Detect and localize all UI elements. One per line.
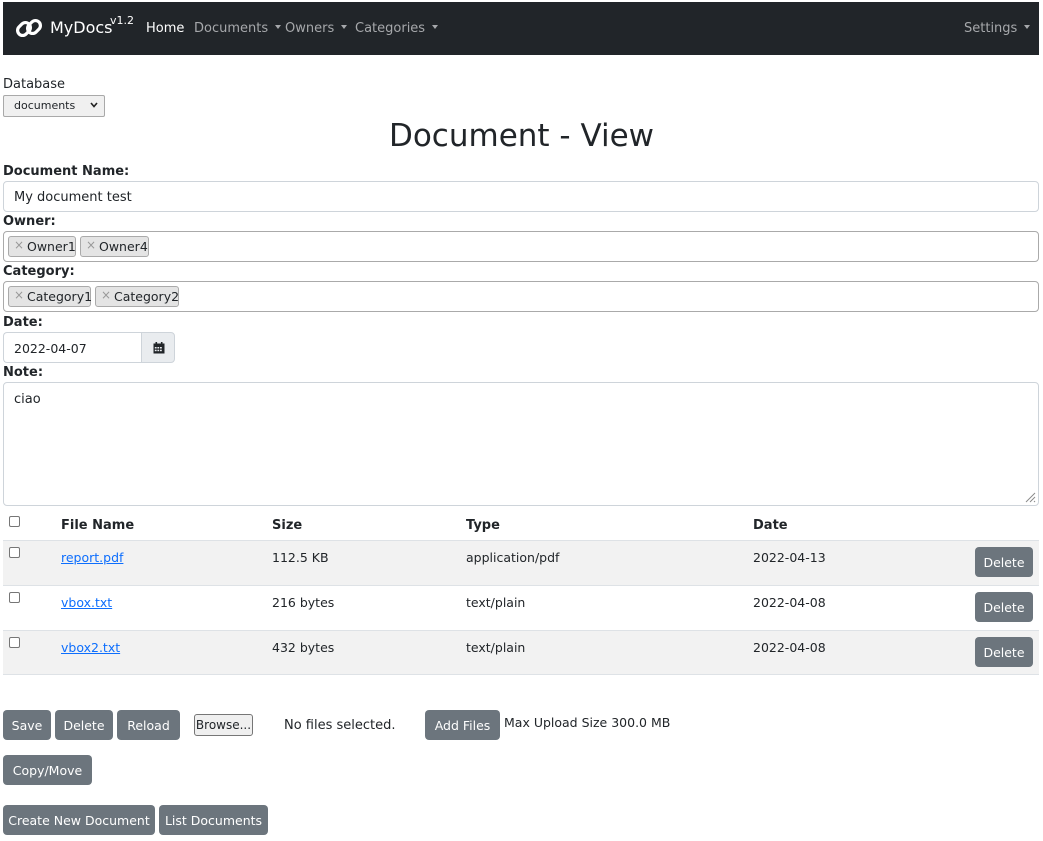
- file-link[interactable]: vbox2.txt: [61, 640, 120, 655]
- brand-version: v1.2: [110, 14, 135, 27]
- file-type: text/plain: [466, 640, 526, 655]
- delete-document-button[interactable]: Delete: [55, 710, 113, 740]
- calendar-icon: [153, 342, 165, 354]
- date-picker-button[interactable]: [141, 332, 175, 363]
- column-header-type: Type: [466, 518, 500, 533]
- save-button[interactable]: Save: [3, 710, 51, 740]
- date-label: Date:: [3, 315, 43, 330]
- database-selected-value: documents: [14, 99, 76, 112]
- chevron-down-icon: [90, 102, 98, 108]
- category-tag: × Category1: [8, 286, 93, 307]
- add-files-button[interactable]: Add Files: [425, 710, 500, 740]
- nav-settings-label: Settings: [964, 21, 1018, 36]
- copy-move-button[interactable]: Copy/Move: [3, 755, 92, 785]
- nav-settings-dropdown[interactable]: Settings: [964, 21, 1031, 36]
- navbar: MyDocs v1.2 Home Documents Owners Catego…: [3, 2, 1039, 55]
- nav-documents-dropdown[interactable]: Documents: [194, 21, 282, 36]
- remove-tag-icon[interactable]: ×: [86, 238, 96, 252]
- file-date: 2022-04-08: [753, 640, 826, 655]
- category-multiselect[interactable]: × Category1 × Category2: [3, 281, 1039, 312]
- owner-multiselect[interactable]: × Owner1 × Owner4: [3, 231, 1039, 262]
- note-textarea[interactable]: ciao: [3, 382, 1039, 506]
- file-size: 112.5 KB: [272, 550, 329, 565]
- owner-label: Owner:: [3, 214, 56, 229]
- caret-down-icon: [275, 25, 282, 29]
- owner-tag-label: Owner4: [99, 239, 148, 254]
- link-chain-icon[interactable]: [14, 13, 44, 43]
- page-title: Document - View: [388, 118, 655, 154]
- caret-down-icon: [432, 25, 439, 29]
- owner-tag: × Owner1: [8, 236, 76, 257]
- nav-categories-dropdown[interactable]: Categories: [355, 21, 439, 36]
- select-all-checkbox[interactable]: [9, 516, 20, 527]
- table-row: vbox2.txt 432 bytes text/plain 2022-04-0…: [3, 630, 1039, 675]
- date-input[interactable]: 2022-04-07: [3, 332, 142, 363]
- file-size: 216 bytes: [272, 595, 335, 610]
- table-bottom-border: [3, 674, 1039, 675]
- owner-tag: × Owner4: [80, 236, 149, 257]
- document-name-input[interactable]: My document test: [3, 181, 1039, 212]
- max-upload-size-text: Max Upload Size 300.0 MB: [504, 715, 671, 730]
- category-tag-label: Category2: [114, 289, 180, 304]
- document-name-label: Document Name:: [3, 164, 130, 179]
- owner-tag-label: Owner1: [27, 239, 76, 254]
- file-type: text/plain: [466, 595, 526, 610]
- table-row: vbox.txt 216 bytes text/plain 2022-04-08…: [3, 585, 1039, 630]
- nav-owners-dropdown[interactable]: Owners: [285, 21, 348, 36]
- brand-name[interactable]: MyDocs: [50, 18, 113, 37]
- delete-file-button[interactable]: Delete: [975, 547, 1033, 577]
- file-date: 2022-04-13: [753, 550, 826, 565]
- table-row: report.pdf 112.5 KB application/pdf 2022…: [3, 540, 1039, 585]
- column-header-size: Size: [272, 518, 303, 533]
- create-new-document-button[interactable]: Create New Document: [3, 805, 155, 835]
- row-checkbox[interactable]: [9, 637, 20, 648]
- note-label: Note:: [3, 365, 44, 380]
- nav-documents-label: Documents: [194, 21, 269, 36]
- row-checkbox[interactable]: [9, 547, 20, 558]
- database-select[interactable]: documents: [3, 95, 105, 117]
- delete-file-button[interactable]: Delete: [975, 592, 1033, 622]
- row-checkbox[interactable]: [9, 592, 20, 603]
- no-files-selected-text: No files selected.: [284, 718, 396, 733]
- note-text: ciao: [14, 392, 41, 407]
- remove-tag-icon[interactable]: ×: [14, 288, 24, 302]
- file-link[interactable]: report.pdf: [61, 550, 123, 565]
- delete-file-button[interactable]: Delete: [975, 637, 1033, 667]
- resize-grip-icon[interactable]: [1024, 491, 1036, 503]
- file-size: 432 bytes: [272, 640, 335, 655]
- caret-down-icon: [341, 25, 348, 29]
- remove-tag-icon[interactable]: ×: [14, 238, 24, 252]
- column-header-file-name: File Name: [61, 518, 135, 533]
- nav-owners-label: Owners: [285, 21, 335, 36]
- file-type: application/pdf: [466, 550, 560, 565]
- database-label: Database: [3, 77, 66, 92]
- file-date: 2022-04-08: [753, 595, 826, 610]
- category-tag-label: Category1: [27, 289, 93, 304]
- nav-home[interactable]: Home: [146, 21, 184, 36]
- column-header-date: Date: [753, 518, 788, 533]
- browse-files-button[interactable]: Browse...: [194, 714, 253, 736]
- list-documents-button[interactable]: List Documents: [159, 805, 268, 835]
- caret-down-icon: [1024, 25, 1031, 29]
- reload-button[interactable]: Reload: [117, 710, 180, 740]
- category-label: Category:: [3, 264, 75, 279]
- file-link[interactable]: vbox.txt: [61, 595, 112, 610]
- category-tag: × Category2: [95, 286, 179, 307]
- nav-categories-label: Categories: [355, 21, 426, 36]
- remove-tag-icon[interactable]: ×: [101, 288, 111, 302]
